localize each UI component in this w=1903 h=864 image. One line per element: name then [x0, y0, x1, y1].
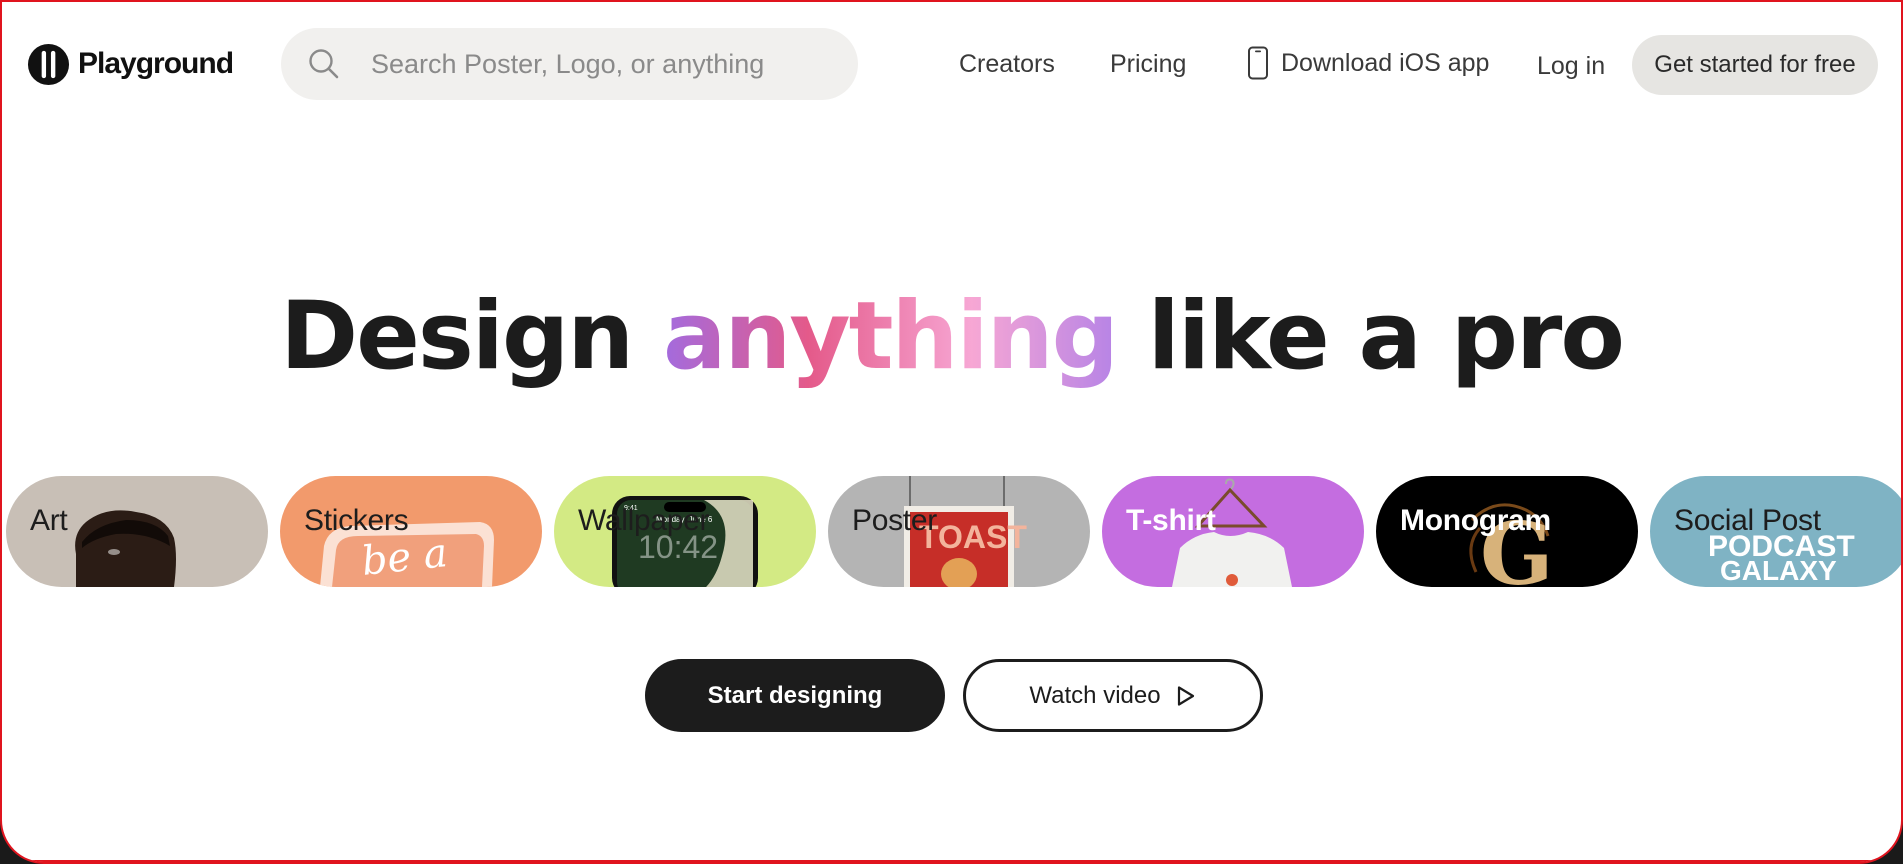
stickers-art-text: be a	[359, 530, 449, 585]
category-label-wallpaper: Wallpaper	[578, 504, 710, 537]
brand-name: Playground	[78, 47, 234, 80]
category-label-monogram: Monogram	[1400, 504, 1551, 537]
nav-download-ios[interactable]: Download iOS app	[1247, 46, 1489, 80]
category-pill-stickers[interactable]: be a Stickers	[280, 476, 542, 587]
watch-video-button[interactable]: Watch video	[963, 659, 1263, 732]
category-pill-tshirt[interactable]: T-shirt	[1102, 476, 1364, 587]
category-label-poster: Poster	[852, 504, 937, 537]
category-pill-social-post[interactable]: PODCAST GALAXY Social Post	[1650, 476, 1901, 587]
category-pill-wallpaper[interactable]: 9:41 Monday, June 6 10:42 Wallpaper	[554, 476, 816, 587]
category-pill-art[interactable]: Art	[6, 476, 268, 587]
category-carousel: Art be a Stickers 9:41 Monday, June 6 10…	[6, 476, 1901, 587]
bottom-border	[2, 860, 1901, 862]
category-label-tshirt: T-shirt	[1126, 504, 1216, 537]
search-icon	[309, 49, 339, 79]
watch-video-label: Watch video	[1029, 681, 1161, 709]
hero-title-highlight: anything	[662, 282, 1119, 391]
get-started-button[interactable]: Get started for free	[1632, 35, 1878, 95]
nav-pricing[interactable]: Pricing	[1110, 49, 1186, 79]
brand-logo[interactable]: Playground	[27, 42, 234, 86]
browser-viewport: Playground Creators Pricing Download iOS…	[0, 0, 1903, 864]
nav-creators[interactable]: Creators	[959, 49, 1055, 79]
hero-title-after: like a pro	[1147, 282, 1625, 391]
top-navigation: Playground Creators Pricing Download iOS…	[2, 2, 1901, 128]
playground-logo-icon	[27, 43, 70, 85]
category-label-art: Art	[30, 504, 68, 537]
category-label-stickers: Stickers	[304, 504, 409, 537]
play-icon	[1177, 685, 1194, 706]
search-bar[interactable]	[281, 28, 858, 100]
hero-title-before: Design	[280, 282, 634, 391]
nav-login[interactable]: Log in	[1537, 51, 1605, 81]
category-label-social-post: Social Post	[1674, 504, 1821, 537]
phone-icon	[1248, 46, 1268, 80]
search-input[interactable]	[371, 48, 841, 80]
category-pill-monogram[interactable]: G Monogram	[1376, 476, 1638, 587]
social-post-art-line2: GALAXY	[1720, 555, 1837, 586]
nav-download-ios-label: Download iOS app	[1281, 49, 1490, 77]
category-pill-poster[interactable]: TOAST Poster	[828, 476, 1090, 587]
start-designing-button[interactable]: Start designing	[645, 659, 945, 732]
hero-headline: Design anything like a pro	[2, 282, 1901, 392]
